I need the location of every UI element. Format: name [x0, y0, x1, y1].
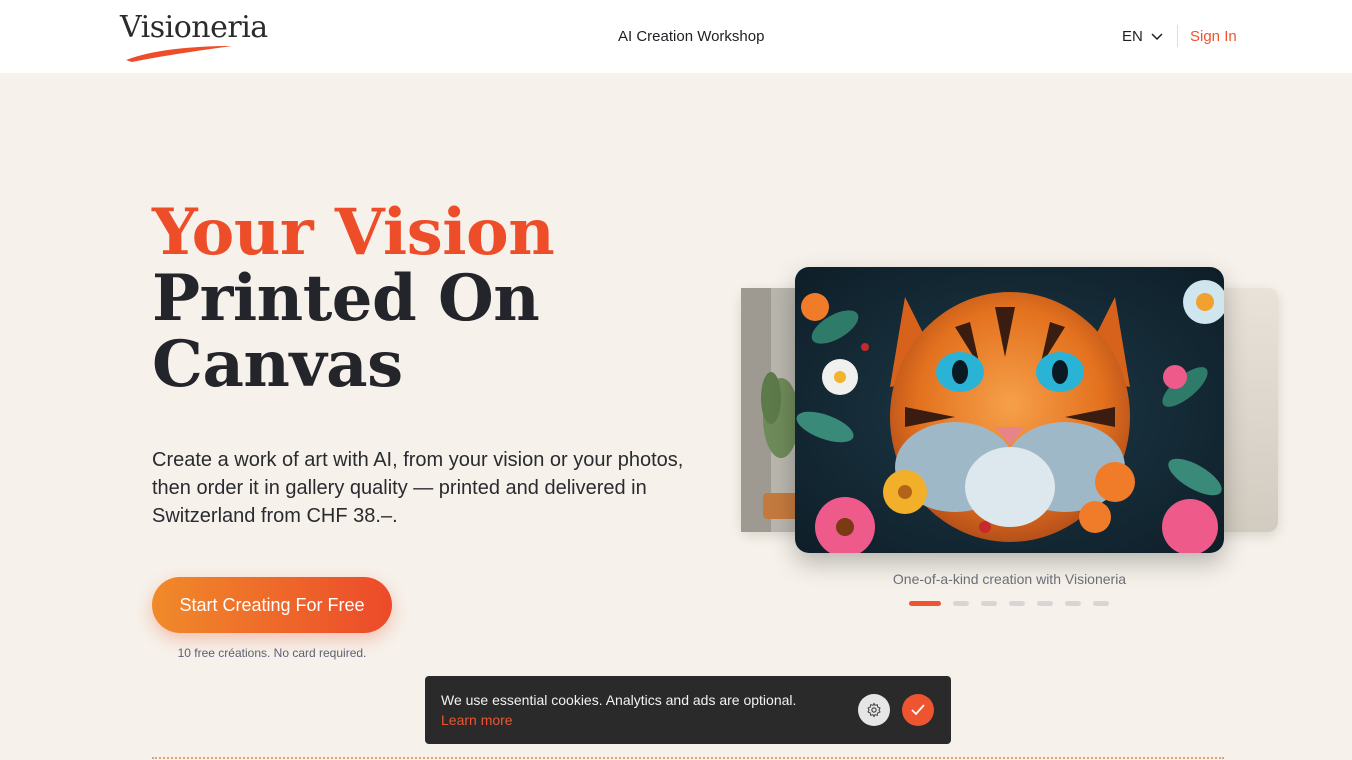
language-label: EN — [1122, 28, 1143, 45]
nav-ai-creation-workshop[interactable]: AI Creation Workshop — [618, 28, 764, 45]
cookie-text: We use essential cookies. Analytics and … — [441, 692, 797, 708]
carousel-pagination — [909, 601, 1109, 606]
carousel-active-slide[interactable] — [795, 267, 1224, 553]
cookie-learn-more-link[interactable]: Learn more — [441, 712, 513, 728]
site-header: Visioneria AI Creation Workshop EN Sign … — [0, 0, 1352, 73]
check-icon — [911, 704, 925, 716]
carousel-dot[interactable] — [909, 601, 941, 606]
language-selector[interactable]: EN — [1122, 28, 1163, 45]
hero-headline: Your Vision Printed On Canvas — [152, 195, 555, 402]
section-divider — [152, 757, 1224, 759]
logo[interactable]: Visioneria — [120, 10, 268, 64]
cookie-accept-button[interactable] — [902, 694, 934, 726]
carousel-caption: One-of-a-kind creation with Visioneria — [892, 571, 1127, 587]
headline-line-3: Canvas — [152, 327, 403, 402]
tiger-cat-artwork-image — [795, 267, 1224, 553]
cookie-banner: We use essential cookies. Analytics and … — [425, 676, 951, 744]
cta-note: 10 free créations. No card required. — [177, 646, 367, 660]
carousel-dot[interactable] — [1093, 601, 1109, 606]
carousel-dot[interactable] — [1065, 601, 1081, 606]
gear-icon — [867, 702, 881, 718]
chevron-down-icon — [1151, 32, 1163, 40]
carousel-dot[interactable] — [1009, 601, 1025, 606]
headline-line-2: Printed On — [152, 261, 540, 336]
carousel-dot[interactable] — [953, 601, 969, 606]
carousel-dot[interactable] — [1037, 601, 1053, 606]
header-divider — [1177, 25, 1178, 47]
logo-swoosh-icon — [126, 46, 232, 62]
headline-accent: Your Vision — [152, 195, 555, 270]
sign-in-link[interactable]: Sign In — [1190, 28, 1237, 45]
cookie-settings-button[interactable] — [858, 694, 890, 726]
carousel-dot[interactable] — [981, 601, 997, 606]
hero-subtitle: Create a work of art with AI, from your … — [152, 449, 684, 527]
start-creating-button[interactable]: Start Creating For Free — [152, 577, 392, 633]
